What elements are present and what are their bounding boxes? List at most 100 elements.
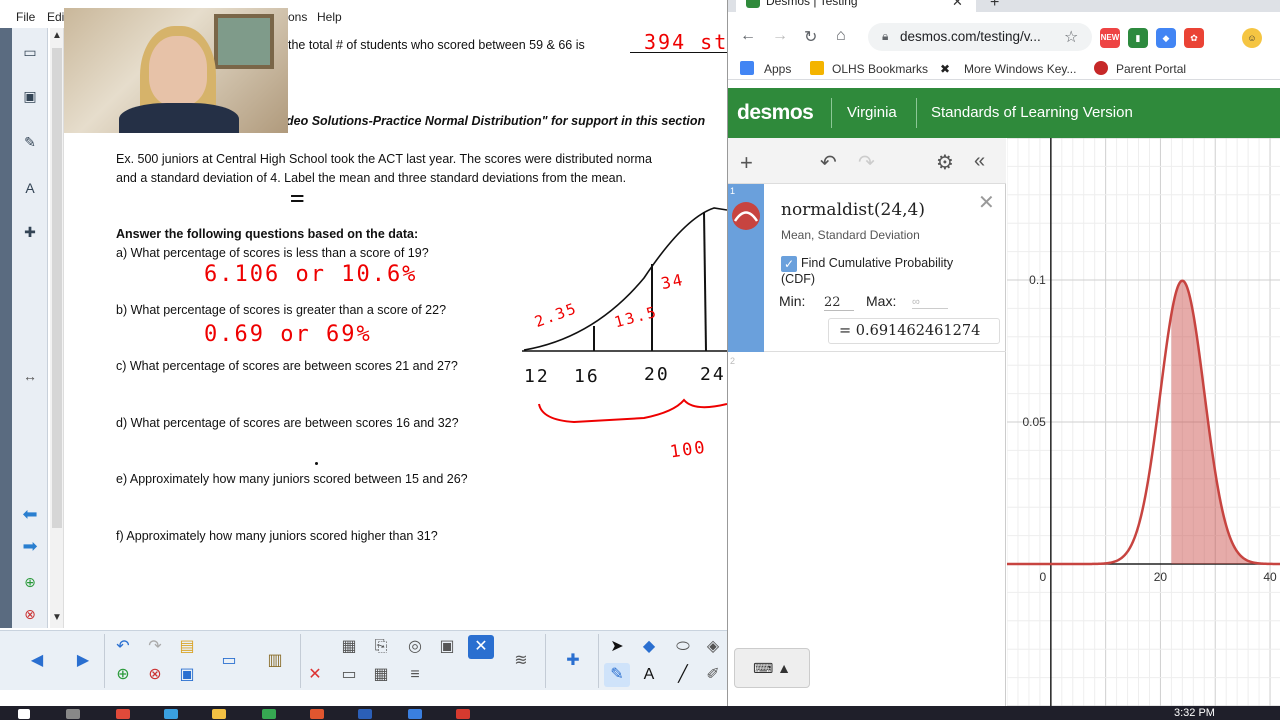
taskbar-app-icon[interactable] (456, 709, 470, 719)
magic-pen-icon[interactable]: ✐ (700, 663, 726, 687)
open-folder-icon[interactable]: ▤ (174, 635, 200, 659)
fill-icon[interactable]: ◈ (700, 635, 726, 659)
recorder-icon[interactable]: ◎ (402, 635, 428, 659)
empty-expression-index[interactable]: 2 (730, 356, 735, 366)
prev-page-button[interactable]: ◀ (24, 649, 50, 673)
add-page-icon[interactable]: ⊕ (20, 572, 40, 592)
expression-toolbar: + ↶ ↷ ⚙ « (728, 138, 1006, 184)
word-icon[interactable] (358, 709, 372, 719)
menu-help[interactable]: Help (317, 10, 342, 24)
insert-picture-icon[interactable]: ▦ (336, 635, 362, 659)
forward-icon[interactable]: → (772, 27, 788, 45)
response-icon[interactable]: ≋ (508, 649, 534, 673)
eraser-icon[interactable]: ⬭ (670, 635, 696, 659)
extension-new-icon[interactable]: NEW (1100, 28, 1120, 48)
min-input[interactable]: 22 (824, 295, 854, 311)
text-icon[interactable]: A (636, 663, 662, 687)
address-bar[interactable]: 🔒︎ desmos.com/testing/v... ☆ (868, 23, 1092, 51)
bookmark-windows-keys[interactable]: More Windows Key... (964, 62, 1076, 76)
taskbar-app-icon[interactable] (310, 709, 324, 719)
bookmark-apps[interactable]: Apps (764, 62, 791, 76)
graph-svg[interactable]: 0.1 0.05 0 20 40 (1007, 138, 1280, 706)
menu-options[interactable]: ons (288, 10, 307, 24)
capture-icon[interactable]: ⎘ (368, 635, 394, 659)
max-input[interactable]: ∞ (912, 296, 948, 309)
bookmark-parent-portal[interactable]: Parent Portal (1116, 62, 1186, 76)
expression-item[interactable]: 1 ✕ normaldist(24,4) Mean, Standard Devi… (728, 184, 1006, 352)
menu-file[interactable]: File (16, 10, 35, 24)
keyboard-toggle-button[interactable]: ⌨ ▲ (734, 648, 810, 688)
properties-icon[interactable]: A (20, 178, 40, 198)
addons-icon[interactable]: ✚ (20, 222, 40, 242)
reload-icon[interactable]: ↻ (804, 27, 817, 47)
extension-docs-icon[interactable]: ▮ (1128, 28, 1148, 48)
page-sorter-icon[interactable]: ▭ (20, 42, 40, 62)
addons-tb-icon[interactable]: ✚ (560, 649, 586, 673)
bookmark-olhs[interactable]: OLHS Bookmarks (832, 62, 928, 76)
next-page-button[interactable]: ▶ (70, 649, 96, 673)
document-camera-icon[interactable]: ▣ (434, 635, 460, 659)
back-icon[interactable]: ← (740, 27, 756, 45)
close-x-icon[interactable]: ✕ (468, 635, 494, 659)
gallery-icon[interactable]: ▣ (20, 86, 40, 106)
delete-page-tb-icon[interactable]: ⊗ (142, 663, 168, 687)
next-page-icon[interactable]: ➡ (20, 536, 40, 556)
undo-icon[interactable]: ↶ (110, 635, 136, 659)
redo-icon[interactable]: ↷ (858, 150, 875, 175)
tab-strip: Desmos | Testing ✕ + (728, 0, 1280, 12)
undo-icon[interactable]: ↶ (820, 150, 837, 175)
graph-paper[interactable]: 0.1 0.05 0 20 40 (1007, 138, 1280, 706)
vertical-scrollbar[interactable]: ▲ ▼ (50, 28, 64, 628)
x-icon: ✖ (940, 62, 951, 76)
previous-page-icon[interactable]: ⬅ (20, 504, 40, 524)
scroll-thumb[interactable] (52, 48, 62, 528)
screen-shade-icon[interactable]: ▭ (216, 649, 242, 673)
line-icon[interactable]: ╱ (670, 663, 696, 687)
table-icon[interactable]: ▦ (368, 663, 394, 687)
menu-edit[interactable]: Edi (47, 10, 64, 24)
attachments-icon[interactable]: ✎ (20, 132, 40, 152)
redo-icon[interactable]: ↷ (142, 635, 168, 659)
resize-arrows-icon[interactable]: ↔ (20, 366, 40, 386)
taskbar-app-icon[interactable] (408, 709, 422, 719)
shapes-icon[interactable]: ◆ (636, 635, 662, 659)
start-icon[interactable] (18, 709, 30, 719)
profile-avatar[interactable]: ☺ (1242, 28, 1262, 48)
delete-icon[interactable]: ✕ (302, 663, 328, 687)
taskbar-app-icon[interactable] (164, 709, 178, 719)
distribution-color-icon[interactable] (732, 202, 760, 230)
page-sorter-strip[interactable] (0, 28, 12, 628)
tab-close-icon[interactable]: ✕ (952, 0, 963, 10)
parameter-hint: Mean, Standard Deviation (781, 228, 920, 242)
scroll-up-icon[interactable]: ▲ (52, 30, 62, 41)
chrome-icon[interactable] (262, 709, 276, 719)
desmos-header: desmos Virginia Standards of Learning Ve… (728, 88, 1280, 138)
screen-icon[interactable]: ▭ (336, 663, 362, 687)
taskbar-app-icon[interactable] (116, 709, 130, 719)
add-expression-icon[interactable]: + (740, 150, 753, 176)
collapse-panel-icon[interactable]: « (974, 150, 985, 173)
lock-icon: 🔒︎ (882, 29, 889, 43)
home-icon[interactable]: ⌂ (836, 27, 846, 45)
settings-gear-icon[interactable]: ⚙ (936, 150, 954, 175)
bookmark-star-icon[interactable]: ☆ (1064, 27, 1078, 47)
save-icon[interactable]: ▣ (174, 663, 200, 687)
navigation-bar: ← → ↻ ⌂ 🔒︎ desmos.com/testing/v... ☆ NEW… (728, 12, 1280, 58)
paste-icon[interactable]: ▥ (262, 649, 288, 673)
align-icon[interactable]: ≡ (402, 663, 428, 687)
cdf-checkbox[interactable]: ✓ (781, 256, 797, 272)
cdf-label-suffix: (CDF) (781, 272, 816, 286)
delete-page-icon[interactable]: ⊗ (20, 604, 40, 624)
file-explorer-icon[interactable] (212, 709, 226, 719)
scroll-down-icon[interactable]: ▼ (52, 612, 62, 623)
delete-expression-icon[interactable]: ✕ (978, 190, 995, 215)
select-arrow-icon[interactable]: ➤ (604, 635, 630, 659)
new-tab-icon[interactable]: + (990, 0, 999, 12)
pen-icon[interactable]: ✎ (604, 663, 630, 687)
extension-badge-icon[interactable]: ◆ (1156, 28, 1176, 48)
desmos-logo[interactable]: desmos (737, 101, 814, 125)
extension-apps-icon[interactable]: ✿ (1184, 28, 1204, 48)
formula-text[interactable]: normaldist(24,4) (781, 200, 925, 220)
add-page-tb-icon[interactable]: ⊕ (110, 663, 136, 687)
task-view-icon[interactable] (66, 709, 80, 719)
